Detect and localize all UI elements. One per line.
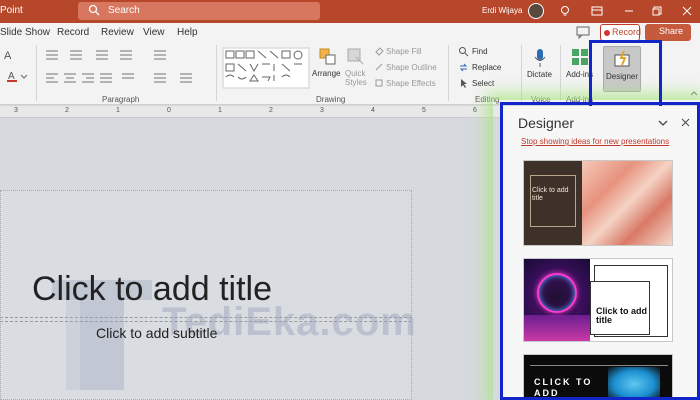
add-ins-icon[interactable]	[570, 47, 590, 67]
search-icon	[88, 4, 100, 16]
tab-view[interactable]: View	[143, 27, 165, 38]
slide-title-placeholder[interactable]: Click to add title	[32, 270, 272, 309]
replace-icon[interactable]	[458, 62, 469, 73]
ribbon-separator	[216, 45, 217, 101]
font-color-icon[interactable]: A	[6, 69, 28, 83]
ruler-number: 5	[422, 107, 426, 114]
ruler-number: 0	[167, 107, 171, 114]
tab-review[interactable]: Review	[101, 27, 134, 38]
horizontal-ruler: 3 2 1 0 1 2 3 4 5 6	[0, 106, 500, 118]
shapes-gallery-icon[interactable]	[222, 47, 312, 89]
avatar[interactable]	[528, 3, 544, 19]
search-box[interactable]: Search	[78, 2, 320, 20]
user-name[interactable]: Erdi Wijaya	[482, 6, 522, 15]
ribbon-display-icon[interactable]	[590, 4, 604, 18]
replace-label[interactable]: Replace	[472, 63, 501, 72]
title-bar: Point Search Erdi Wijaya	[0, 0, 700, 23]
ruler-number: 2	[269, 107, 273, 114]
ribbon-separator	[521, 45, 522, 101]
select-icon[interactable]	[458, 78, 469, 89]
group-label-paragraph: Paragraph	[102, 95, 140, 104]
find-icon[interactable]	[458, 46, 469, 57]
font-size-decrease-icon[interactable]: A	[2, 47, 20, 61]
find-label[interactable]: Find	[472, 47, 488, 56]
ruler-number: 3	[320, 107, 324, 114]
app-title: Point	[0, 5, 23, 16]
list-bullets-icon[interactable]	[44, 47, 194, 63]
comment-icon[interactable]	[576, 26, 590, 39]
microphone-icon[interactable]	[532, 47, 548, 69]
text-align-icon[interactable]	[44, 71, 204, 87]
close-icon[interactable]	[680, 4, 694, 18]
ruler-number: 4	[371, 107, 375, 114]
quick-styles-label[interactable]: Quick Styles	[345, 69, 371, 87]
ribbon-separator	[560, 45, 561, 101]
tab-record[interactable]: Record	[57, 27, 89, 38]
slide-subtitle-placeholder[interactable]: Click to add subtitle	[96, 325, 217, 341]
record-button[interactable]: Record	[600, 24, 641, 41]
tab-slide-show[interactable]: Slide Show	[0, 27, 50, 38]
group-label-drawing: Drawing	[316, 95, 346, 104]
collapse-ribbon-icon[interactable]	[690, 89, 698, 97]
shape-outline-icon[interactable]	[374, 62, 384, 72]
quick-styles-icon[interactable]	[346, 47, 366, 67]
ruler-number: 1	[116, 107, 120, 114]
ribbon-separator	[36, 45, 37, 101]
ruler-number: 2	[65, 107, 69, 114]
restore-icon[interactable]	[650, 4, 664, 18]
shape-fill-label[interactable]: Shape Fill	[386, 47, 422, 56]
ruler-number: 6	[473, 107, 477, 114]
shape-effects-icon[interactable]	[374, 78, 384, 88]
lightbulb-icon[interactable]	[558, 4, 572, 18]
svg-text:A: A	[4, 50, 12, 61]
highlight-outline-button	[589, 40, 662, 106]
shape-outline-label[interactable]: Shape Outline	[386, 63, 437, 72]
ribbon-separator	[448, 45, 449, 101]
tab-help[interactable]: Help	[177, 27, 198, 38]
arrange-label[interactable]: Arrange	[312, 69, 340, 78]
highlight-outline	[500, 102, 700, 400]
shape-effects-label[interactable]: Shape Effects	[386, 79, 436, 88]
arrange-icon[interactable]	[318, 47, 338, 67]
minimize-icon[interactable]	[622, 4, 636, 18]
shape-fill-icon[interactable]	[374, 46, 384, 56]
dictate-label[interactable]: Dictate	[527, 70, 552, 79]
search-placeholder: Search	[108, 5, 140, 16]
ruler-number: 3	[14, 107, 18, 114]
select-label[interactable]: Select	[472, 79, 494, 88]
share-button[interactable]: Share	[645, 24, 691, 41]
ruler-number: 1	[218, 107, 222, 114]
